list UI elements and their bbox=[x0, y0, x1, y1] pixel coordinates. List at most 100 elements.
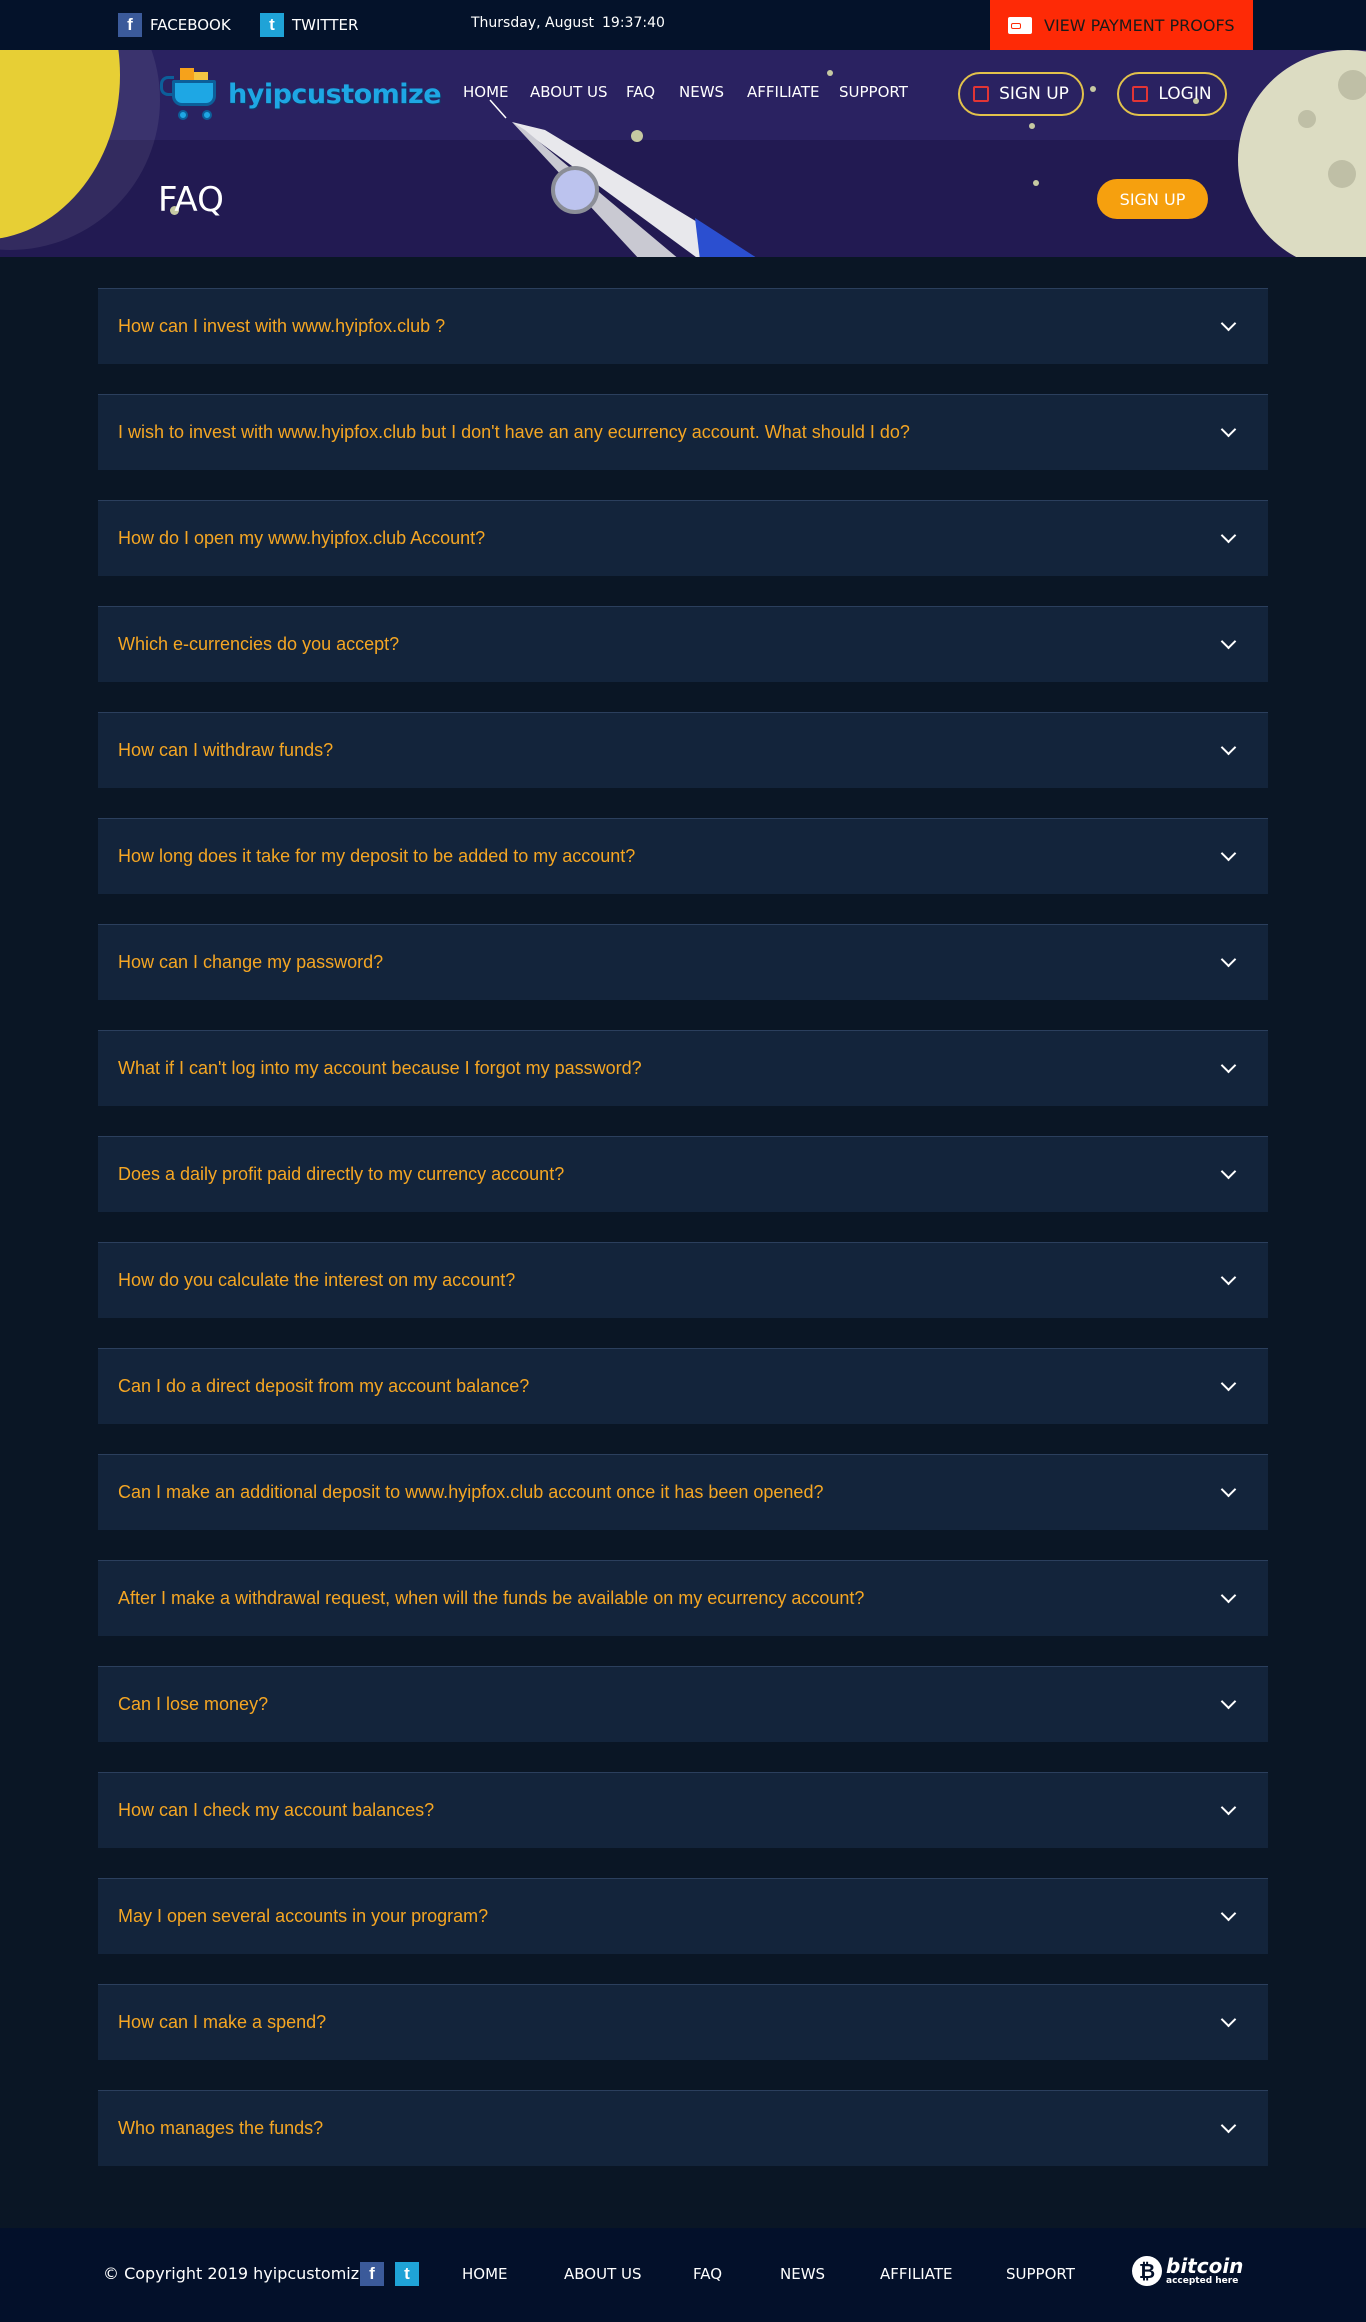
signup-label: SIGN UP bbox=[999, 84, 1069, 104]
chevron-down-icon bbox=[1220, 1375, 1237, 1392]
footer-nav-faq[interactable]: FAQ bbox=[693, 2265, 722, 2283]
view-payment-proofs-button[interactable]: VIEW PAYMENT PROOFS bbox=[990, 0, 1253, 50]
twitter-link[interactable]: t TWITTER bbox=[260, 13, 358, 37]
star-dot bbox=[1090, 86, 1096, 92]
chevron-down-icon bbox=[1220, 527, 1237, 544]
faq-item[interactable]: How do you calculate the interest on my … bbox=[98, 1242, 1268, 1318]
faq-question: How can I make a spend? bbox=[118, 2012, 327, 2032]
chevron-down-icon bbox=[1220, 2117, 1237, 2134]
faq-item[interactable]: How can I check my account balances? bbox=[98, 1772, 1268, 1848]
bitcoin-icon: ₿ bbox=[1132, 2256, 1162, 2286]
footer-nav-support[interactable]: SUPPORT bbox=[1006, 2265, 1075, 2283]
chevron-down-icon bbox=[1220, 845, 1237, 862]
nav-faq[interactable]: FAQ bbox=[626, 83, 655, 101]
bitcoin-text: bitcoin accepted here bbox=[1166, 2256, 1243, 2286]
login-label: LOGIN bbox=[1158, 84, 1212, 104]
faq-question: How do I open my www.hyipfox.club Accoun… bbox=[118, 528, 486, 548]
bitcoin-badge: ₿ bitcoin accepted here bbox=[1132, 2256, 1243, 2286]
chevron-down-icon bbox=[1220, 1057, 1237, 1074]
faq-question: I wish to invest with www.hyipfox.club b… bbox=[118, 422, 910, 442]
date-text: Thursday, August bbox=[471, 15, 594, 31]
faq-item[interactable]: How do I open my www.hyipfox.club Accoun… bbox=[98, 500, 1268, 576]
faq-question: How long does it take for my deposit to … bbox=[118, 846, 636, 866]
nav-support[interactable]: SUPPORT bbox=[839, 83, 908, 101]
faq-item[interactable]: How can I change my password? bbox=[98, 924, 1268, 1000]
faq-question: Can I do a direct deposit from my accoun… bbox=[118, 1376, 530, 1396]
faq-question: How can I invest with www.hyipfox.club ? bbox=[118, 316, 446, 336]
footer-nav-news[interactable]: NEWS bbox=[780, 2265, 825, 2283]
faq-question: May I open several accounts in your prog… bbox=[118, 1906, 489, 1926]
faq-question: Can I make an additional deposit to www.… bbox=[118, 1482, 824, 1502]
hero-header: hyipcustomize HOME ABOUT US FAQ NEWS AFF… bbox=[0, 50, 1366, 257]
faq-item[interactable]: How long does it take for my deposit to … bbox=[98, 818, 1268, 894]
faq-item[interactable]: What if I can't log into my account beca… bbox=[98, 1030, 1268, 1106]
faq-question: How can I withdraw funds? bbox=[118, 740, 334, 760]
facebook-link[interactable]: f FACEBOOK bbox=[118, 13, 231, 37]
star-dot bbox=[631, 130, 643, 142]
faq-question: Which e-currencies do you accept? bbox=[118, 634, 400, 654]
signup-icon bbox=[973, 86, 990, 102]
hero-signup-button[interactable]: SIGN UP bbox=[1097, 179, 1208, 219]
top-bar: f FACEBOOK t TWITTER Thursday, August 19:… bbox=[0, 0, 1366, 50]
login-icon bbox=[1132, 86, 1149, 102]
bitcoin-word: bitcoin bbox=[1166, 2254, 1244, 2278]
footer-nav-affiliate[interactable]: AFFILIATE bbox=[880, 2265, 952, 2283]
faq-item[interactable]: Who manages the funds? bbox=[98, 2090, 1268, 2166]
card-icon bbox=[1008, 16, 1032, 34]
faq-list: How can I invest with www.hyipfox.club ?… bbox=[98, 288, 1268, 2196]
logo-text: hyipcustomize bbox=[228, 78, 442, 110]
faq-question: What if I can't log into my account beca… bbox=[118, 1058, 642, 1078]
faq-question: How can I change my password? bbox=[118, 952, 384, 972]
facebook-icon: f bbox=[118, 13, 142, 37]
star-dot bbox=[1029, 123, 1035, 129]
chevron-down-icon bbox=[1220, 1481, 1237, 1498]
facebook-label: FACEBOOK bbox=[150, 16, 231, 34]
chevron-down-icon bbox=[1220, 1587, 1237, 1604]
facebook-icon[interactable]: f bbox=[360, 2262, 384, 2286]
page-title: FAQ bbox=[158, 180, 224, 220]
faq-item[interactable]: Does a daily profit paid directly to my … bbox=[98, 1136, 1268, 1212]
bitcoin-sub: accepted here bbox=[1166, 2276, 1239, 2286]
footer-nav-about-us[interactable]: ABOUT US bbox=[564, 2265, 642, 2283]
faq-item[interactable]: How can I invest with www.hyipfox.club ? bbox=[98, 288, 1268, 364]
chevron-down-icon bbox=[1220, 1693, 1237, 1710]
nav-about-us[interactable]: ABOUT US bbox=[530, 83, 608, 101]
faq-question: Can I lose money? bbox=[118, 1694, 269, 1714]
faq-item[interactable]: May I open several accounts in your prog… bbox=[98, 1878, 1268, 1954]
footer-nav-home[interactable]: HOME bbox=[462, 2265, 508, 2283]
twitter-label: TWITTER bbox=[292, 16, 359, 34]
chevron-down-icon bbox=[1220, 1163, 1237, 1180]
chevron-down-icon bbox=[1220, 739, 1237, 756]
faq-question: How can I check my account balances? bbox=[118, 1800, 435, 1820]
star-dot bbox=[1033, 180, 1039, 186]
chevron-down-icon bbox=[1220, 1799, 1237, 1816]
faq-item[interactable]: How can I withdraw funds? bbox=[98, 712, 1268, 788]
faq-item[interactable]: Which e-currencies do you accept? bbox=[98, 606, 1268, 682]
twitter-icon: t bbox=[260, 13, 284, 37]
star-dot bbox=[827, 70, 833, 76]
nav-news[interactable]: NEWS bbox=[679, 83, 724, 101]
chevron-down-icon bbox=[1220, 951, 1237, 968]
login-button[interactable]: LOGIN bbox=[1117, 72, 1227, 116]
signup-button[interactable]: SIGN UP bbox=[958, 72, 1084, 116]
site-logo[interactable]: hyipcustomize bbox=[160, 66, 442, 122]
copyright-text: © Copyright 2019 hyipcustomize bbox=[103, 2264, 369, 2283]
nav-affiliate[interactable]: AFFILIATE bbox=[747, 83, 819, 101]
faq-item[interactable]: I wish to invest with www.hyipfox.club b… bbox=[98, 394, 1268, 470]
chevron-down-icon bbox=[1220, 633, 1237, 650]
chevron-down-icon bbox=[1220, 2011, 1237, 2028]
faq-item[interactable]: Can I make an additional deposit to www.… bbox=[98, 1454, 1268, 1530]
faq-item[interactable]: After I make a withdrawal request, when … bbox=[98, 1560, 1268, 1636]
nav-home[interactable]: HOME bbox=[463, 83, 509, 101]
payment-proofs-label: VIEW PAYMENT PROOFS bbox=[1044, 15, 1235, 35]
cart-logo-icon bbox=[160, 66, 224, 122]
footer: © Copyright 2019 hyipcustomize f t HOME … bbox=[0, 2228, 1366, 2322]
date-time: Thursday, August 19:37:40 bbox=[471, 15, 665, 31]
faq-item[interactable]: How can I make a spend? bbox=[98, 1984, 1268, 2060]
faq-item[interactable]: Can I lose money? bbox=[98, 1666, 1268, 1742]
faq-question: After I make a withdrawal request, when … bbox=[118, 1588, 865, 1608]
twitter-icon[interactable]: t bbox=[395, 2262, 419, 2286]
chevron-down-icon bbox=[1220, 1269, 1237, 1286]
faq-question: Does a daily profit paid directly to my … bbox=[118, 1164, 565, 1184]
faq-item[interactable]: Can I do a direct deposit from my accoun… bbox=[98, 1348, 1268, 1424]
